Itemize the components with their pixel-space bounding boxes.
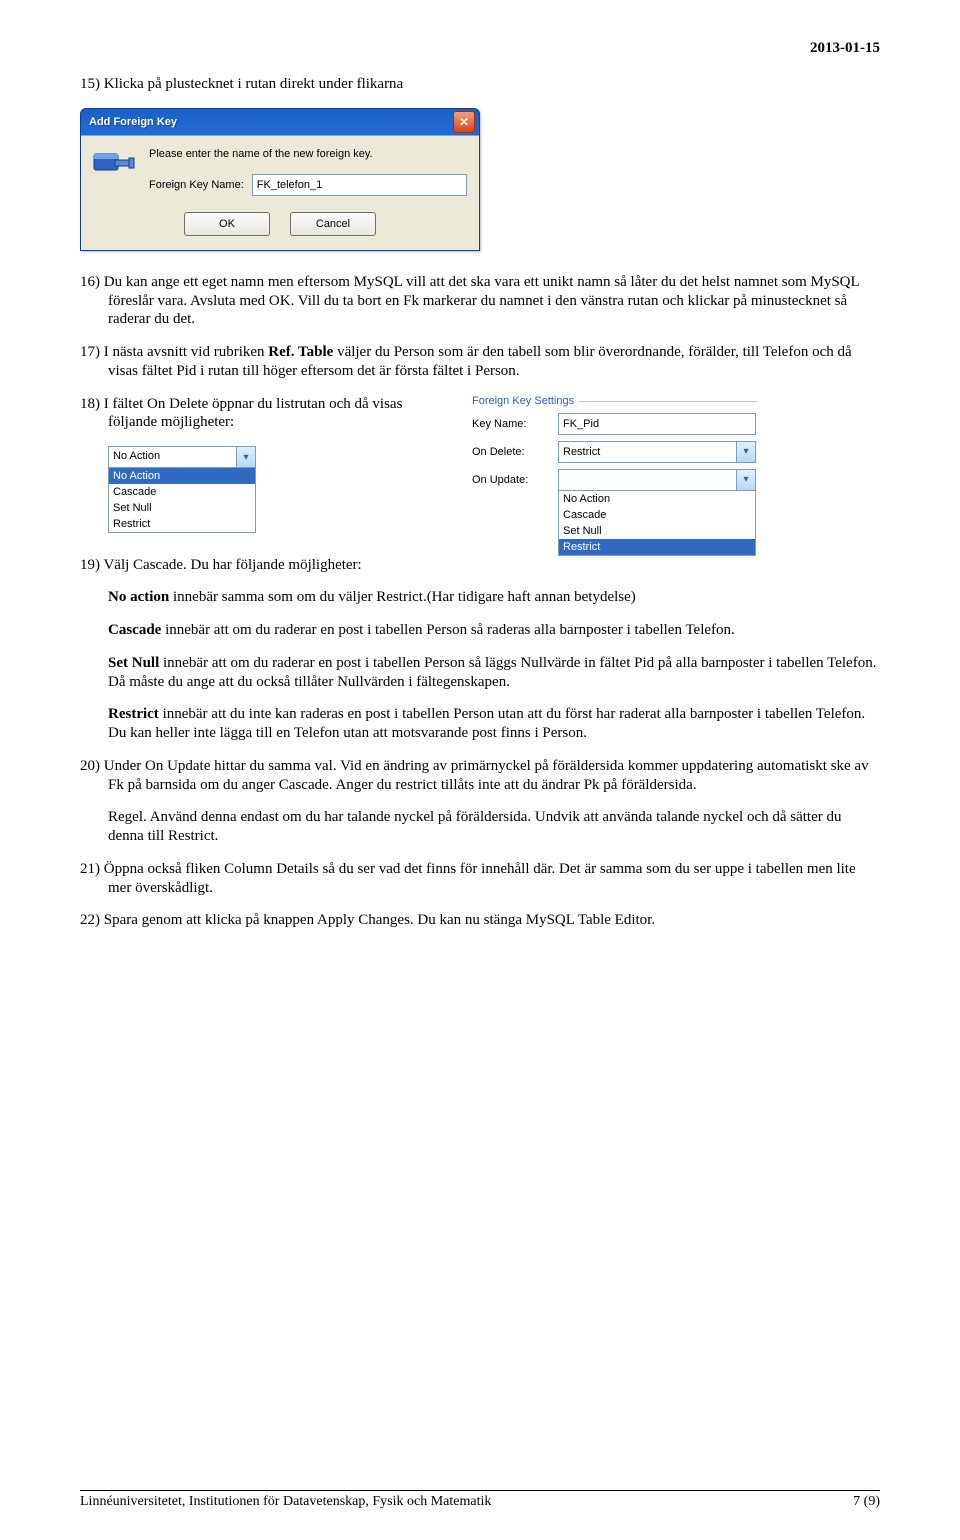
chevron-down-icon[interactable]: ▾ xyxy=(736,442,755,462)
fk-settings-group-title: Foreign Key Settings xyxy=(458,395,578,407)
step-21: 21) Öppna också fliken Column Details så… xyxy=(80,860,880,898)
on-delete-option[interactable]: Restrict xyxy=(109,516,255,532)
step-20a: 20) Under On Update hittar du samma val.… xyxy=(80,757,880,795)
key-name-input[interactable]: FK_Pid xyxy=(558,413,756,435)
step-18: 18) I fältet On Delete öppnar du listrut… xyxy=(80,395,440,433)
footer-page-number: 7 (9) xyxy=(853,1494,880,1510)
add-foreign-key-dialog: Add Foreign Key ✕ Please enter the name … xyxy=(80,108,480,251)
on-update-option[interactable]: No Action xyxy=(559,491,755,507)
foreign-key-name-label: Foreign Key Name: xyxy=(149,179,244,191)
step-19-noaction: No action innebär samma som om du väljer… xyxy=(80,588,880,607)
chevron-down-icon[interactable]: ▾ xyxy=(236,447,255,467)
ok-button[interactable]: OK xyxy=(184,212,270,236)
dialog-prompt: Please enter the name of the new foreign… xyxy=(149,148,467,160)
header-date: 2013-01-15 xyxy=(80,40,880,57)
on-delete-selected: No Action xyxy=(109,447,236,467)
step-22: 22) Spara genom att klicka på knappen Ap… xyxy=(80,911,880,930)
on-delete-option[interactable]: Set Null xyxy=(109,500,255,516)
step-20b: Regel. Använd denna endast om du har tal… xyxy=(80,808,880,846)
step-19-setnull: Set Null innebär att om du raderar en po… xyxy=(80,654,880,692)
key-name-label: Key Name: xyxy=(472,418,548,430)
on-update-option-list[interactable]: No Action Cascade Set Null Restrict xyxy=(558,491,756,556)
close-icon[interactable]: ✕ xyxy=(453,111,475,133)
foreign-key-settings-panel: Foreign Key Settings Key Name: FK_Pid On… xyxy=(458,395,758,556)
footer-institution: Linnéuniversitetet, Institutionen för Da… xyxy=(80,1494,491,1510)
on-delete-label: On Delete: xyxy=(472,446,548,458)
on-delete-option[interactable]: Cascade xyxy=(109,484,255,500)
step-19-cascade: Cascade innebär att om du raderar en pos… xyxy=(80,621,880,640)
step-17: 17) I nästa avsnitt vid rubriken Ref. Ta… xyxy=(80,343,880,381)
step-19-lead: 19) Välj Cascade. Du har följande möjlig… xyxy=(80,556,880,575)
step-19-restrict: Restrict innebär att du inte kan raderas… xyxy=(80,705,880,743)
on-update-label: On Update: xyxy=(472,474,548,486)
foreign-key-name-input[interactable] xyxy=(252,174,467,196)
on-delete-combo[interactable]: No Action ▾ No Action Cascade Set Null R… xyxy=(108,446,256,533)
on-delete-select[interactable]: Restrict ▾ xyxy=(558,441,756,463)
step-15: 15) Klicka på plustecknet i rutan direkt… xyxy=(80,75,880,94)
on-delete-option-list[interactable]: No Action Cascade Set Null Restrict xyxy=(108,468,256,533)
foreign-key-icon xyxy=(93,148,135,182)
chevron-down-icon[interactable]: ▾ xyxy=(736,470,755,490)
on-update-option[interactable]: Cascade xyxy=(559,507,755,523)
on-update-option[interactable]: Restrict xyxy=(559,539,755,555)
dialog-titlebar: Add Foreign Key ✕ xyxy=(81,109,479,135)
on-delete-option[interactable]: No Action xyxy=(109,468,255,484)
cancel-button[interactable]: Cancel xyxy=(290,212,376,236)
step-16: 16) Du kan ange ett eget namn men efters… xyxy=(80,273,880,329)
on-update-select[interactable]: ▾ xyxy=(558,469,756,491)
page-footer: Linnéuniversitetet, Institutionen för Da… xyxy=(80,1490,880,1510)
dialog-title: Add Foreign Key xyxy=(89,116,453,128)
on-update-option[interactable]: Set Null xyxy=(559,523,755,539)
